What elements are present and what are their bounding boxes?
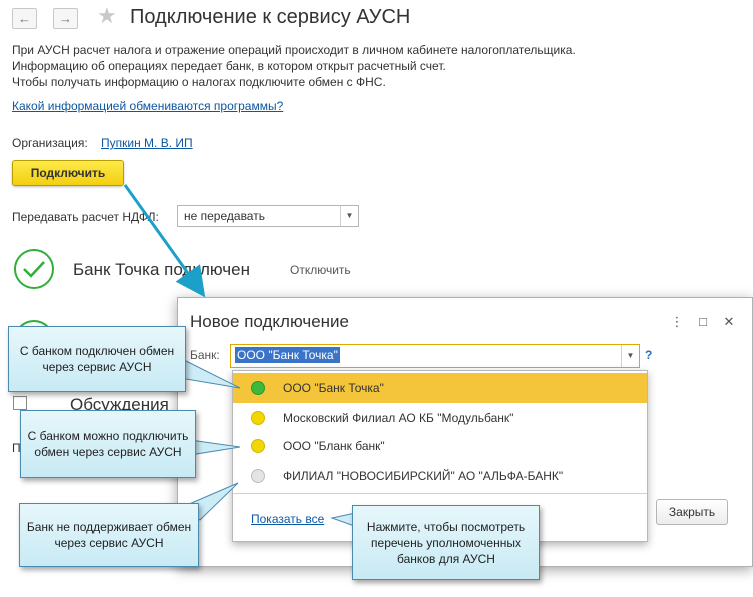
callout-available: С банком можно подключить обмен через се… bbox=[20, 410, 196, 478]
pointer-arrow bbox=[123, 184, 206, 298]
callout-unsupported: Банк не поддерживает обмен через сервис … bbox=[19, 503, 199, 567]
callout-connected: С банком подключен обмен через сервис АУ… bbox=[8, 326, 186, 392]
callout-tail bbox=[189, 439, 241, 456]
callout-show-all: Нажмите, чтобы посмотреть перечень уполн… bbox=[352, 505, 540, 580]
callout-tail bbox=[179, 357, 241, 389]
